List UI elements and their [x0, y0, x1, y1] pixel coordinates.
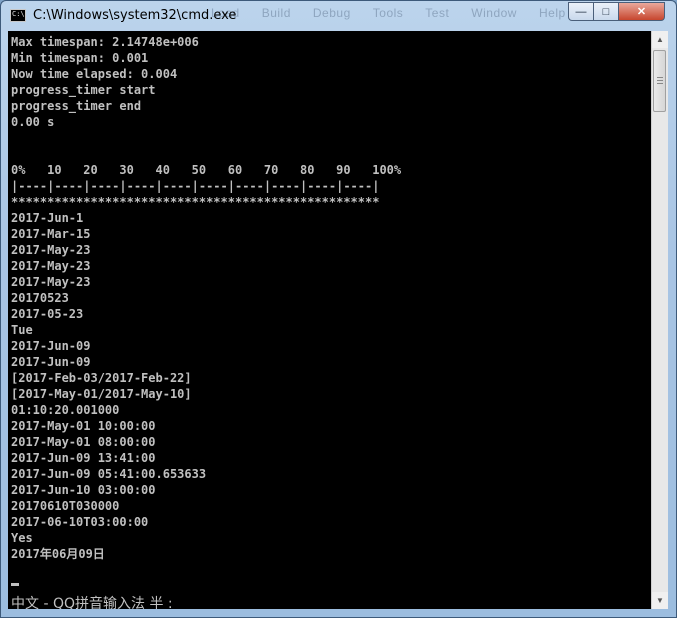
arrow-down-icon: ▼	[656, 596, 664, 605]
ghost-menu-item: Help	[538, 6, 566, 20]
cmd-app-icon[interactable]	[10, 9, 26, 22]
console-line: 2017-May-01 08:00:00	[11, 435, 156, 449]
console-line: 2017-May-01 10:00:00	[11, 419, 156, 433]
title-bar[interactable]: LoadBuildDebugToolsTestWindowHelp C:\Win…	[1, 1, 676, 31]
ghost-menu-item: Window	[471, 6, 517, 20]
console-line: 0% 10 20 30 40 50 60 70 80 90 100%	[11, 163, 402, 177]
console-line: 2017-Jun-1	[11, 211, 84, 225]
background-menu-ghost: Load Build Debug Tools Test Window Help	[211, 6, 588, 20]
scroll-up-button[interactable]: ▲	[652, 31, 668, 48]
close-icon: ✕	[636, 6, 647, 18]
console-line: 0.00 s	[11, 115, 55, 129]
console-line: 20170523	[11, 291, 69, 305]
console-line: 2017-Jun-10 03:00:00	[11, 483, 156, 497]
console-line: 2017-Jun-09 13:41:00	[11, 451, 156, 465]
maximize-icon: □	[602, 5, 610, 18]
minimize-button[interactable]: —	[568, 2, 594, 21]
console-line: Tue	[11, 323, 33, 337]
console-line: 2017-May-23	[11, 275, 91, 289]
scroll-down-button[interactable]: ▼	[652, 592, 668, 609]
minimize-icon: —	[575, 5, 587, 18]
console-line: 2017-May-23	[11, 259, 91, 273]
console-line: 20170610T030000	[11, 499, 120, 513]
console-line: 2017年06月09日	[11, 547, 105, 561]
console-window: LoadBuildDebugToolsTestWindowHelp C:\Win…	[0, 0, 677, 618]
console-output-area[interactable]: Max timespan: 2.14748e+006 Min timespan: …	[8, 31, 651, 609]
window-title: C:\Windows\system32\cmd.exe	[33, 8, 237, 23]
grip-line	[657, 77, 663, 78]
close-button[interactable]: ✕	[618, 2, 665, 21]
arrow-up-icon: ▲	[656, 35, 664, 44]
vertical-scrollbar[interactable]: ▲ ▼	[651, 31, 668, 609]
ime-status-bar: 中文 - QQ拼音输入法 半 :	[11, 596, 173, 609]
console-line: Max timespan: 2.14748e+006	[11, 35, 199, 49]
window-bottom-border	[1, 609, 676, 618]
console-line: progress_timer start	[11, 83, 156, 97]
console-line: 2017-Jun-09 05:41:00.653633	[11, 467, 207, 481]
ghost-menu-item: Debug	[312, 6, 351, 20]
console-line: [2017-May-01/2017-May-10]	[11, 387, 192, 401]
scrollbar-thumb[interactable]	[653, 50, 666, 112]
console-line: 01:10:20.001000	[11, 403, 120, 417]
text-cursor	[11, 583, 19, 586]
ghost-menu-item: Test	[425, 6, 450, 20]
console-line: |----|----|----|----|----|----|----|----…	[11, 179, 380, 193]
console-line: 2017-May-23	[11, 243, 91, 257]
ghost-menu-item: Tools	[372, 6, 404, 20]
console-line-cursor	[11, 562, 401, 586]
console-line: 2017-Jun-09	[11, 339, 91, 353]
ghost-menu-item: Build	[261, 6, 291, 20]
console-line: progress_timer end	[11, 99, 142, 113]
console-line: 2017-Mar-15	[11, 227, 91, 241]
console-line: [2017-Feb-03/2017-Feb-22]	[11, 371, 192, 385]
maximize-button[interactable]: □	[593, 2, 619, 21]
console-line: 2017-Jun-09	[11, 355, 91, 369]
console-lines: Max timespan: 2.14748e+006 Min timespan: …	[11, 34, 402, 586]
console-line: 2017-06-10T03:00:00	[11, 515, 149, 529]
console-line: 2017-05-23	[11, 307, 84, 321]
console-line: Now time elapsed: 0.004	[11, 67, 178, 81]
grip-line	[657, 83, 663, 84]
console-line: Min timespan: 0.001	[11, 51, 149, 65]
console-line: Yes	[11, 531, 33, 545]
console-line: ****************************************…	[11, 195, 380, 209]
grip-line	[657, 80, 663, 81]
